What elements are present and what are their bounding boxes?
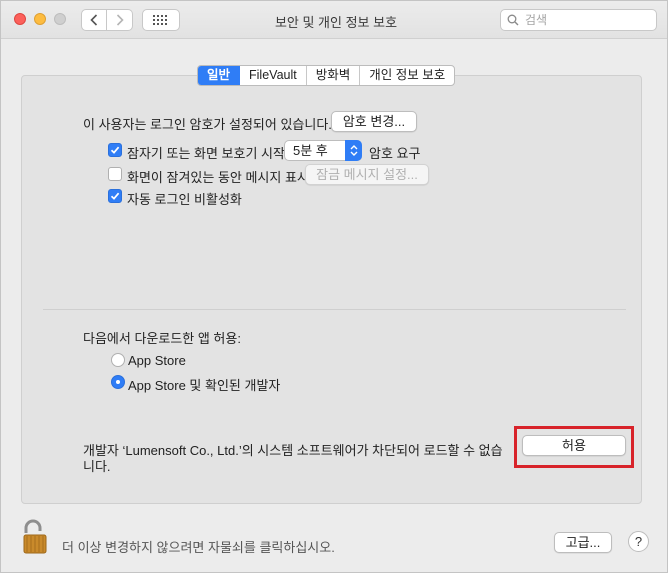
help-button[interactable]: ? [628, 531, 649, 552]
search-icon [507, 14, 519, 26]
unlocked-lock-icon [23, 519, 47, 554]
blocked-message-line2: 니다. [83, 459, 111, 474]
password-delay-select[interactable]: 5분 후 [284, 140, 362, 161]
disable-auto-login-checkbox[interactable] [108, 189, 122, 203]
advanced-button[interactable]: 고급... [554, 532, 612, 553]
show-all-button[interactable] [142, 9, 180, 31]
radio-app-store-identified[interactable] [111, 375, 125, 389]
lock-hint-text: 더 이상 변경하지 않으려면 자물쇠를 클릭하십시오. [62, 540, 335, 555]
grid-icon [153, 15, 167, 25]
radio-app-store-identified-label: App Store 및 확인된 개발자 [128, 378, 281, 393]
password-set-label: 이 사용자는 로그인 암호가 설정되어 있습니다. [83, 117, 332, 132]
disable-auto-login-label: 자동 로그인 비활성화 [127, 192, 242, 207]
search-input[interactable] [523, 12, 643, 28]
lock-button[interactable] [21, 519, 49, 555]
back-button[interactable] [81, 9, 107, 31]
chevron-left-icon [90, 14, 98, 26]
checkmark-icon [110, 192, 120, 200]
minimize-button[interactable] [34, 13, 46, 25]
require-password-checkbox[interactable] [108, 143, 122, 157]
show-message-checkbox[interactable] [108, 167, 122, 181]
window-title: 보안 및 개인 정보 보호 [274, 15, 398, 30]
forward-button[interactable] [107, 9, 133, 31]
radio-app-store-label: App Store [128, 353, 186, 368]
title-bar: 보안 및 개인 정보 보호 [1, 1, 667, 39]
chevron-updown-icon [345, 140, 362, 161]
change-password-button[interactable]: 암호 변경... [331, 111, 417, 132]
set-lock-message-button[interactable]: 잠금 메시지 설정... [305, 164, 429, 185]
tab-filevault[interactable]: FileVault [240, 66, 307, 85]
require-password-suffix: 암호 요구 [369, 146, 421, 161]
checkmark-icon [110, 146, 120, 154]
search-field[interactable] [500, 9, 657, 31]
tab-bar: 일반 FileVault 방화벽 개인 정보 보호 [197, 65, 456, 86]
blocked-message-line1: 개발자 ‘Lumensoft Co., Ltd.’의 시스템 소프트웨어가 차단… [83, 443, 503, 458]
tab-privacy[interactable]: 개인 정보 보호 [360, 66, 454, 85]
allow-button[interactable]: 허용 [522, 435, 626, 456]
radio-app-store[interactable] [111, 353, 125, 367]
preferences-window: 보안 및 개인 정보 보호 일반 FileVault 방화벽 개인 정보 보호 … [0, 0, 668, 573]
downloads-heading: 다음에서 다운로드한 앱 허용: [83, 331, 241, 346]
tab-general[interactable]: 일반 [198, 66, 241, 85]
section-divider [43, 309, 626, 310]
password-delay-value: 5분 후 [293, 143, 328, 158]
chevron-right-icon [116, 14, 124, 26]
require-password-label: 잠자기 또는 화면 보호기 시작 [127, 146, 285, 161]
close-button[interactable] [14, 13, 26, 25]
zoom-button[interactable] [54, 13, 66, 25]
tab-firewall[interactable]: 방화벽 [307, 66, 361, 85]
show-message-label: 화면이 잠겨있는 동안 메시지 표시 [127, 170, 309, 185]
